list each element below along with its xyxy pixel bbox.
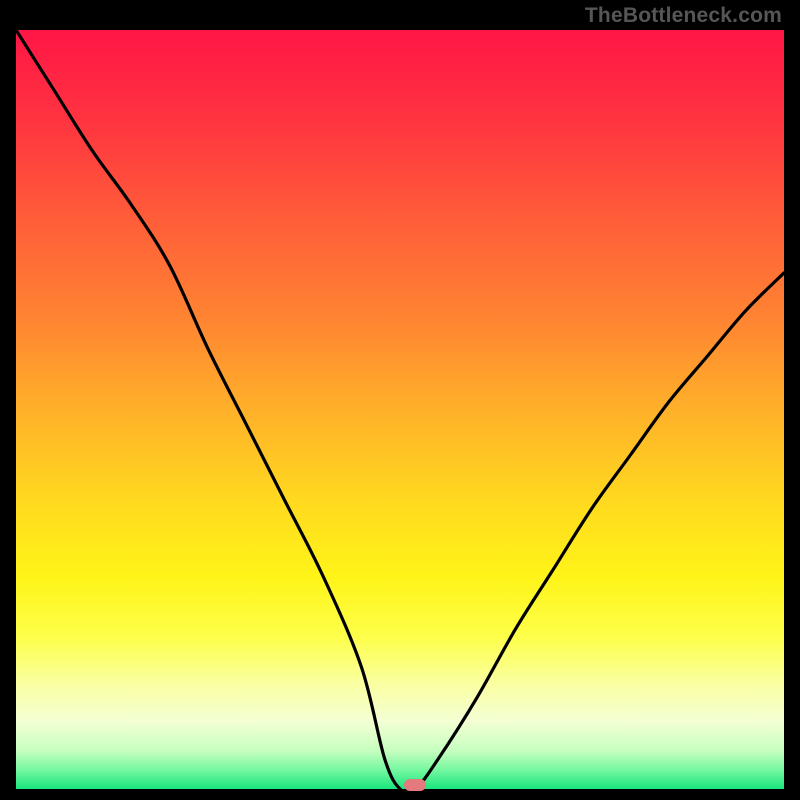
plot-area bbox=[16, 30, 784, 789]
heatmap-gradient bbox=[16, 30, 784, 789]
chart-container: TheBottleneck.com bbox=[0, 0, 800, 800]
attribution-text: TheBottleneck.com bbox=[585, 4, 782, 28]
optimum-marker-icon bbox=[404, 779, 426, 791]
